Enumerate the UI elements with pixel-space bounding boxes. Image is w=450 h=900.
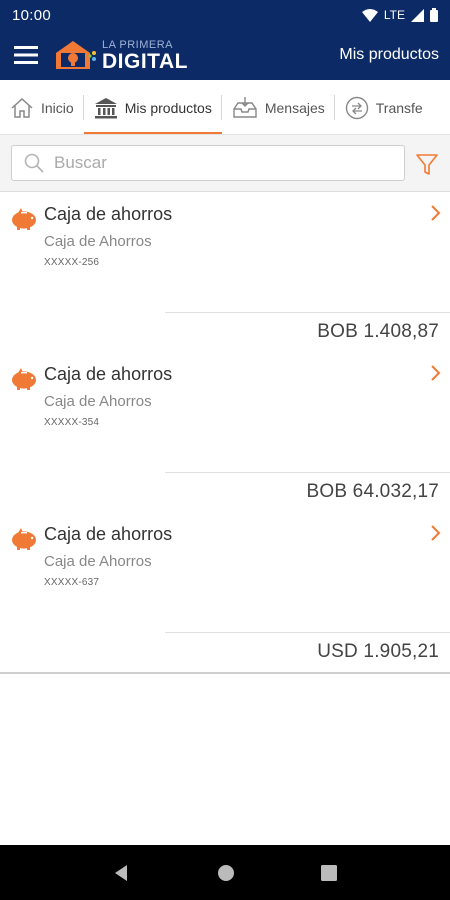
logo-big-text: DIGITAL	[102, 50, 188, 73]
filter-icon[interactable]	[414, 151, 440, 177]
account-balance: BOB 1.408,87	[317, 321, 439, 342]
app-bar: LA PRIMERA DIGITAL Mis productos	[0, 30, 450, 80]
bank-icon	[94, 97, 117, 118]
tab-transferencias[interactable]: Transfe	[335, 80, 433, 134]
wifi-icon	[361, 8, 378, 22]
signal-icon	[411, 8, 424, 22]
divider	[165, 632, 450, 633]
hamburger-icon	[14, 46, 38, 64]
account-balance: BOB 64.032,17	[306, 481, 439, 502]
chevron-right-icon	[431, 205, 441, 221]
product-title: Caja de ahorros	[44, 204, 173, 224]
account-balance: USD 1.905,21	[317, 641, 439, 662]
status-bar: 10:00 LTE	[0, 0, 450, 30]
product-type: Caja de Ahorros	[44, 233, 152, 250]
home-button-icon[interactable]	[217, 864, 235, 882]
menu-button[interactable]	[0, 30, 52, 80]
logo-wordmark: LA PRIMERA DIGITAL	[102, 38, 188, 73]
product-card[interactable]: Caja de ahorros Caja de Ahorros XXXXX-63…	[0, 512, 450, 674]
system-navigation-bar	[0, 845, 450, 900]
divider	[165, 312, 450, 313]
house-logo-icon	[56, 41, 96, 69]
back-icon[interactable]	[113, 864, 131, 882]
tab-label: Inicio	[41, 99, 74, 116]
product-type: Caja de Ahorros	[44, 393, 152, 410]
piggy-bank-icon	[12, 528, 36, 550]
chevron-right-icon	[431, 525, 441, 541]
inbox-icon	[233, 96, 257, 118]
product-card[interactable]: Caja de ahorros Caja de Ahorros XXXXX-25…	[0, 192, 450, 354]
product-type: Caja de Ahorros	[44, 553, 152, 570]
account-number: XXXXX-637	[44, 577, 100, 588]
account-number: XXXXX-354	[44, 417, 100, 428]
search-icon	[24, 153, 44, 173]
piggy-bank-icon	[12, 368, 36, 390]
status-time: 10:00	[12, 6, 52, 24]
product-title: Caja de ahorros	[44, 524, 173, 544]
piggy-bank-icon	[12, 208, 36, 230]
network-type: LTE	[383, 8, 405, 22]
tab-label: Mis productos	[124, 99, 212, 116]
product-title: Caja de ahorros	[44, 364, 173, 384]
search-input[interactable]	[54, 153, 374, 173]
account-number: XXXXX-256	[44, 257, 100, 268]
page-title: Mis productos	[339, 46, 439, 63]
home-icon	[11, 97, 33, 118]
tab-label: Mensajes	[264, 99, 325, 116]
product-card[interactable]: Caja de ahorros Caja de Ahorros XXXXX-35…	[0, 352, 450, 514]
divider	[165, 472, 450, 473]
tab-mis-productos[interactable]: Mis productos	[83, 80, 222, 134]
tab-mensajes[interactable]: Mensajes	[222, 80, 335, 134]
system-indicators: LTE	[361, 8, 438, 22]
brand-logo: LA PRIMERA DIGITAL	[52, 30, 188, 80]
transfer-icon	[345, 96, 368, 119]
tab-inicio[interactable]: Inicio	[0, 80, 84, 134]
tab-label: Transfe	[375, 99, 423, 116]
battery-icon	[430, 8, 438, 22]
search-row	[0, 135, 450, 192]
recents-icon[interactable]	[321, 864, 337, 881]
search-box	[11, 145, 405, 181]
tab-bar: Inicio Mis productos Mensajes Transfe	[0, 80, 450, 135]
chevron-right-icon	[431, 365, 441, 381]
